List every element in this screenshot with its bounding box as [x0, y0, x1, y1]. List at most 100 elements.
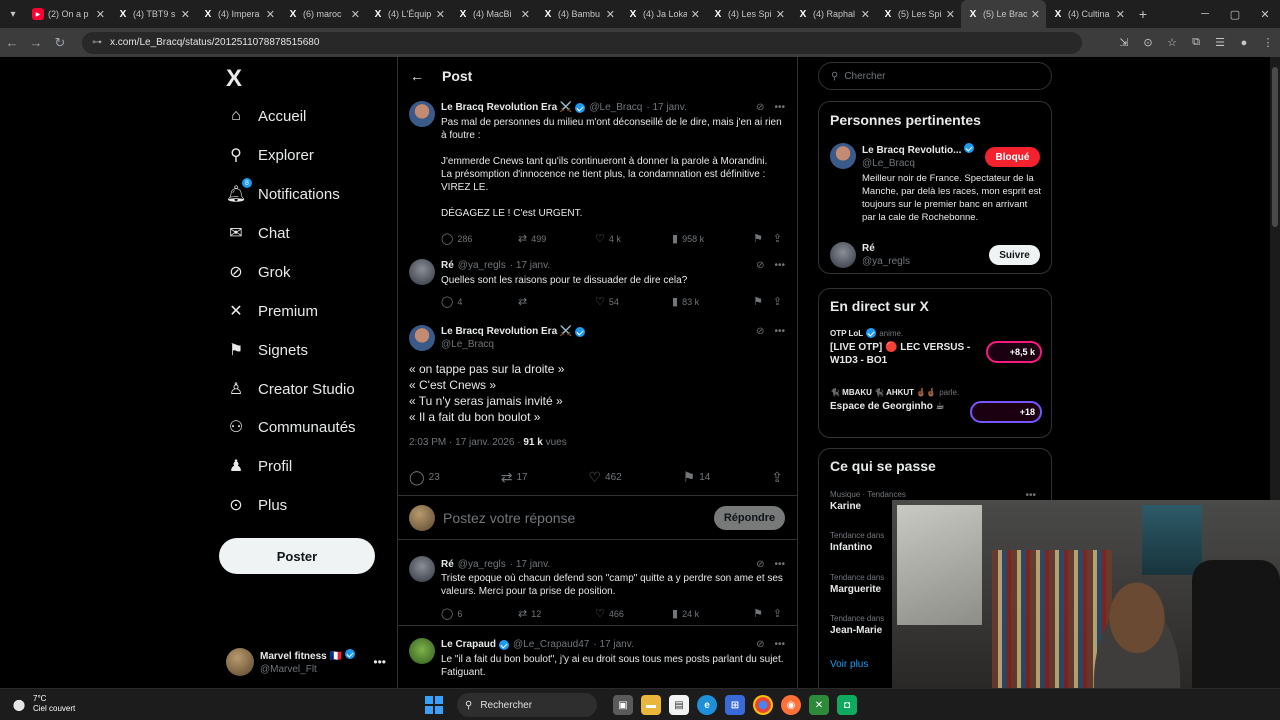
author-handle[interactable]: @Le_Bracq: [589, 102, 642, 113]
edge-icon[interactable]: e: [697, 695, 717, 715]
x-logo[interactable]: X: [226, 65, 242, 93]
browser-tab[interactable]: X (4) Les Spi ✕: [706, 0, 791, 28]
nav-profile[interactable]: ♟ Profil: [226, 450, 292, 482]
weather-widget[interactable]: 7°C Ciel couvert: [10, 694, 75, 714]
grok-icon[interactable]: ⊘: [756, 260, 764, 271]
tweet[interactable]: Ré @ya_regls · 17 janv. ⊘ ••• Quelles son…: [398, 253, 797, 313]
reply-tweet[interactable]: Le Crapaud @Le_Crapaud47 · 17 janv. ⊘ •••…: [398, 626, 797, 688]
reply-button[interactable]: ◯ 6: [441, 607, 518, 620]
store-icon[interactable]: ⊞: [725, 695, 745, 715]
new-tab-button[interactable]: +: [1131, 6, 1155, 22]
views-button[interactable]: ▮ 83 k: [672, 295, 753, 308]
grok-icon[interactable]: ⊘: [756, 102, 764, 113]
reply-button[interactable]: ◯ 23: [409, 469, 440, 486]
views-button[interactable]: ▮ 958 k: [672, 232, 753, 245]
extensions-icon[interactable]: ⧉: [1184, 36, 1208, 49]
author-name[interactable]: Le Crapaud: [441, 639, 496, 650]
nav-more[interactable]: ⊙ Plus: [226, 489, 287, 521]
tab-search-button[interactable]: ▾: [0, 0, 26, 28]
repost-button[interactable]: ⇄ 499: [518, 232, 595, 245]
task-view-icon[interactable]: ▣: [613, 695, 633, 715]
firefox-icon[interactable]: ◉: [781, 695, 801, 715]
forward-icon[interactable]: →: [24, 35, 48, 50]
more-icon[interactable]: •••: [774, 639, 785, 650]
share-icon[interactable]: ⊙: [1136, 36, 1160, 49]
tweet-date[interactable]: · 17 janv.: [510, 260, 550, 271]
search-input[interactable]: ⚲ Chercher: [818, 62, 1052, 90]
notepad-icon[interactable]: ▤: [669, 695, 689, 715]
browser-tab[interactable]: X (4) Ja Loka ✕: [621, 0, 706, 28]
tweet-date[interactable]: · 17 janv.: [646, 102, 686, 113]
author-handle[interactable]: @ya_regls: [458, 559, 506, 570]
person-handle[interactable]: @Le_Bracq: [862, 157, 974, 170]
reload-icon[interactable]: ↻: [48, 35, 72, 51]
close-tab-icon[interactable]: ✕: [861, 8, 870, 21]
nav-creator-studio[interactable]: ♙ Creator Studio: [226, 373, 355, 405]
install-icon[interactable]: ⇲: [1112, 36, 1136, 49]
avatar[interactable]: [830, 143, 856, 169]
blocked-button[interactable]: Bloqué: [985, 147, 1040, 167]
person-row[interactable]: Ré @ya_regls: [830, 242, 910, 268]
like-button[interactable]: ♡ 466: [595, 607, 672, 620]
close-tab-icon[interactable]: ✕: [266, 8, 275, 21]
chrome-icon[interactable]: [753, 695, 773, 715]
bookmark-button[interactable]: ⚑: [753, 232, 773, 245]
file-explorer-icon[interactable]: ▬: [641, 695, 661, 715]
browser-tab[interactable]: X (4) Cultina ✕: [1046, 0, 1131, 28]
browser-tab[interactable]: X (4) Impera ✕: [196, 0, 281, 28]
taskbar-search[interactable]: ⚲ Rechercher: [457, 693, 597, 717]
close-tab-icon[interactable]: ✕: [606, 8, 615, 21]
live-item[interactable]: 🐈‍⬛ MBAKU 🐈‍⬛ AHKUT 🤞🏾🤞🏾 parle. Espace de…: [830, 388, 1042, 423]
person-name[interactable]: Ré: [862, 243, 875, 254]
author-name[interactable]: Le Bracq Revolution Era ⚔️: [441, 102, 572, 113]
person-name[interactable]: Le Bracq Revolutio...: [862, 145, 961, 156]
browser-tab[interactable]: X (5) Les Spi ✕: [876, 0, 961, 28]
bookmark-button[interactable]: ⚑: [753, 295, 773, 308]
more-icon[interactable]: •••: [774, 102, 785, 113]
repost-button[interactable]: ⇄ 17: [501, 469, 528, 486]
show-more-link[interactable]: Voir plus: [830, 659, 868, 670]
bookmark-button[interactable]: ⚑: [753, 607, 773, 620]
reply-input[interactable]: Postez votre réponse: [443, 510, 575, 526]
more-icon[interactable]: •••: [774, 559, 785, 570]
avatar[interactable]: [409, 556, 435, 582]
more-icon[interactable]: •••: [774, 260, 785, 271]
like-button[interactable]: ♡ 4 k: [595, 232, 672, 245]
person-handle[interactable]: @ya_regls: [862, 255, 910, 268]
close-tab-icon[interactable]: ✕: [351, 8, 360, 21]
nav-premium[interactable]: ✕ Premium: [226, 295, 318, 327]
close-tab-icon[interactable]: ✕: [521, 8, 530, 21]
tweet-date[interactable]: · 17 janv.: [510, 559, 550, 570]
close-tab-icon[interactable]: ✕: [436, 8, 445, 21]
nav-home[interactable]: ⌂ Accueil: [226, 100, 306, 132]
star-icon[interactable]: ☆: [1160, 36, 1184, 49]
author-handle[interactable]: @ya_regls: [458, 260, 506, 271]
reply-button[interactable]: ◯ 286: [441, 232, 518, 245]
nav-communities[interactable]: ⚇ Communautés: [226, 411, 356, 443]
avatar[interactable]: [409, 259, 435, 285]
browser-tab[interactable]: ▶ (2) On a p ✕: [26, 0, 111, 28]
avatar[interactable]: [409, 638, 435, 664]
profile-icon[interactable]: ●: [1232, 37, 1256, 49]
xbox-icon[interactable]: ✕: [809, 695, 829, 715]
menu-icon[interactable]: ⋮: [1256, 36, 1280, 49]
browser-tab-active[interactable]: X (5) Le Brac ✕: [961, 0, 1046, 28]
like-button[interactable]: ♡ 54: [595, 295, 672, 308]
back-icon[interactable]: ←: [0, 35, 24, 50]
account-switcher[interactable]: Marvel fitness 🇫🇷 @Marvel_Flt •••: [226, 645, 386, 679]
close-tab-icon[interactable]: ✕: [96, 8, 105, 21]
maximize-icon[interactable]: ▢: [1220, 8, 1250, 21]
close-tab-icon[interactable]: ✕: [946, 8, 955, 21]
person-row[interactable]: Le Bracq Revolutio... @Le_Bracq: [830, 143, 975, 170]
grok-icon[interactable]: ⊘: [756, 559, 764, 570]
browser-tab[interactable]: X (4) Raphal ✕: [791, 0, 876, 28]
browser-tab[interactable]: X (6) maroc ✕: [281, 0, 366, 28]
close-tab-icon[interactable]: ✕: [1031, 8, 1040, 21]
nav-notifications[interactable]: 🔔︎ 8 Notifications: [226, 178, 340, 210]
app-icon[interactable]: ◘: [837, 695, 857, 715]
windows-start-icon[interactable]: [425, 696, 443, 714]
reply-tweet[interactable]: Ré @ya_regls · 17 janv. ⊘ ••• Triste epoq…: [398, 550, 797, 626]
bookmark-button[interactable]: ⚑ 14: [683, 469, 711, 486]
nav-explore[interactable]: ⚲ Explorer: [226, 139, 314, 171]
more-icon[interactable]: •••: [373, 655, 386, 669]
